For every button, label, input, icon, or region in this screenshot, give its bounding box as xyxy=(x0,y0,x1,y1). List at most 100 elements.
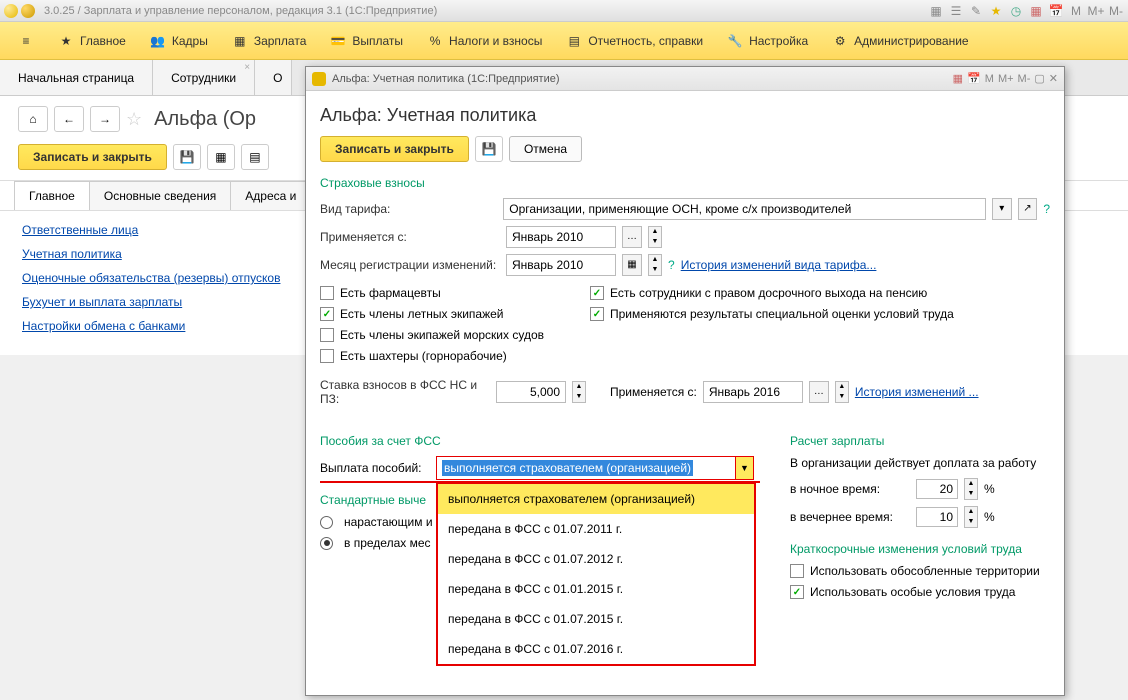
close-icon[interactable]: ✕ xyxy=(1049,72,1058,85)
tool-icon[interactable]: ▦ xyxy=(953,72,963,85)
spinner[interactable]: ▲▼ xyxy=(648,254,662,276)
forward-button[interactable]: → xyxy=(90,106,120,132)
spinner[interactable]: ▲▼ xyxy=(964,478,978,500)
menu-admin[interactable]: ⚙Администрирование xyxy=(820,22,980,59)
spinner[interactable]: ▲▼ xyxy=(648,226,662,248)
payment-label: Выплата пособий: xyxy=(320,461,430,475)
help-icon[interactable]: ? xyxy=(668,258,675,272)
section-fss: Пособия за счет ФСС xyxy=(320,434,760,448)
night-input[interactable] xyxy=(916,479,958,499)
m-minus-label[interactable]: M- xyxy=(1108,3,1124,19)
menu-main[interactable]: ★Главное xyxy=(46,22,138,59)
sub-tab-addresses[interactable]: Адреса и xyxy=(230,181,311,210)
tool-button[interactable]: ▦ xyxy=(207,144,235,170)
cb-territories[interactable] xyxy=(790,564,804,578)
favorite-star-icon[interactable]: ☆ xyxy=(126,109,142,130)
save-close-button[interactable]: Записать и закрыть xyxy=(18,144,167,170)
dropdown-list: выполняется страхователем (организацией)… xyxy=(436,482,756,666)
main-menu: ≡ ★Главное 👥Кадры ▦Зарплата 💳Выплаты %На… xyxy=(0,22,1128,60)
star-icon[interactable]: ★ xyxy=(988,3,1004,19)
tariff-input[interactable] xyxy=(503,198,986,220)
help-icon[interactable]: ? xyxy=(1043,202,1050,216)
dropdown-option[interactable]: передана в ФСС с 01.07.2015 г. xyxy=(438,604,754,634)
dropdown-input[interactable]: выполняется страхователем (организацией) xyxy=(436,456,736,480)
m-label[interactable]: M xyxy=(985,73,994,85)
payment-dropdown[interactable]: выполняется страхователем (организацией)… xyxy=(436,456,754,480)
reg-month-label: Месяц регистрации изменений: xyxy=(320,258,500,272)
m-plus-label[interactable]: M+ xyxy=(998,73,1014,85)
maximize-icon[interactable]: ▢ xyxy=(1034,72,1044,85)
cb-pharmacists[interactable] xyxy=(320,286,334,300)
cb-miners[interactable] xyxy=(320,349,334,363)
section-conditions: Краткосрочные изменения условий труда xyxy=(790,542,1050,556)
picker-icon[interactable]: … xyxy=(622,226,642,248)
menu-nalogi[interactable]: %Налоги и взносы xyxy=(415,22,554,59)
radio-monthly[interactable] xyxy=(320,537,333,550)
dropdown-option[interactable]: выполняется страхователем (организацией) xyxy=(438,484,754,514)
tab-employees[interactable]: Сотрудники× xyxy=(153,60,255,95)
sub-tab-main[interactable]: Главное xyxy=(14,181,90,210)
evening-input[interactable] xyxy=(916,507,958,527)
app-icon-2 xyxy=(21,4,35,18)
close-icon[interactable]: × xyxy=(244,62,250,73)
section-insurance: Страховые взносы xyxy=(320,176,1050,190)
dropdown-toggle-icon[interactable]: ▼ xyxy=(736,456,754,480)
home-button[interactable]: ⌂ xyxy=(18,106,48,132)
dialog-save-button[interactable]: 💾 xyxy=(475,136,503,162)
reg-month-input[interactable] xyxy=(506,254,616,276)
page-title: Альфа (Ор xyxy=(154,108,256,131)
radio-cumulative[interactable] xyxy=(320,516,333,529)
tool-icon[interactable]: ☰ xyxy=(948,3,964,19)
calendar-icon[interactable]: 📅 xyxy=(967,72,981,85)
dialog-save-close-button[interactable]: Записать и закрыть xyxy=(320,136,469,162)
dropdown-option[interactable]: передана в ФСС с 01.01.2015 г. xyxy=(438,574,754,604)
menu-vyplaty[interactable]: 💳Выплаты xyxy=(318,22,415,59)
calendar-picker-icon[interactable]: ▦ xyxy=(622,254,642,276)
spinner[interactable]: ▲▼ xyxy=(572,381,586,403)
m-minus-label[interactable]: M- xyxy=(1018,73,1031,85)
clock-icon[interactable]: ◷ xyxy=(1008,3,1024,19)
back-button[interactable]: ← xyxy=(54,106,84,132)
applied-from-input[interactable] xyxy=(506,226,616,248)
dropdown-icon[interactable]: ▾ xyxy=(992,198,1012,220)
policy-dialog: Альфа: Учетная политика (1С:Предприятие)… xyxy=(305,66,1065,696)
cancel-button[interactable]: Отмена xyxy=(509,136,582,162)
applied-from-label: Применяется с: xyxy=(320,230,500,244)
tab-start-page[interactable]: Начальная страница xyxy=(0,60,153,95)
spinner[interactable]: ▲▼ xyxy=(835,381,849,403)
fss-rate-label: Ставка взносов в ФСС НС и ПЗ: xyxy=(320,378,490,406)
calendar-icon[interactable]: 📅 xyxy=(1048,3,1064,19)
save-button[interactable]: 💾 xyxy=(173,144,201,170)
dropdown-option[interactable]: передана в ФСС с 01.07.2012 г. xyxy=(438,544,754,574)
menu-otchetnost[interactable]: ▤Отчетность, справки xyxy=(554,22,715,59)
fss-rate-input[interactable] xyxy=(496,381,566,403)
sub-tab-basic[interactable]: Основные сведения xyxy=(89,181,231,210)
picker-icon[interactable]: … xyxy=(809,381,829,403)
tool-icon[interactable]: ▦ xyxy=(928,3,944,19)
menu-nastroyka[interactable]: 🔧Настройка xyxy=(715,22,820,59)
m-label[interactable]: M xyxy=(1068,3,1084,19)
menu-burger[interactable]: ≡ xyxy=(6,22,46,59)
tool-icon[interactable]: ✎ xyxy=(968,3,984,19)
open-icon[interactable]: ↗ xyxy=(1018,198,1038,220)
menu-zarplata[interactable]: ▦Зарплата xyxy=(220,22,319,59)
dropdown-option[interactable]: передана в ФСС с 01.07.2016 г. xyxy=(438,634,754,664)
dialog-heading: Альфа: Учетная политика xyxy=(320,105,1050,126)
applied-from2-input[interactable] xyxy=(703,381,803,403)
cb-early-pension[interactable] xyxy=(590,286,604,300)
app-icon-1 xyxy=(4,4,18,18)
tab-org[interactable]: О xyxy=(255,60,292,95)
tool-button[interactable]: ▤ xyxy=(241,144,269,170)
menu-kadry[interactable]: 👥Кадры xyxy=(138,22,220,59)
dropdown-option[interactable]: передана в ФСС с 01.07.2011 г. xyxy=(438,514,754,544)
calc-icon[interactable]: ▦ xyxy=(1028,3,1044,19)
cb-flight-crew[interactable] xyxy=(320,307,334,321)
cb-conditions[interactable] xyxy=(790,585,804,599)
history-tariff-link[interactable]: История изменений вида тарифа... xyxy=(681,258,877,272)
salary-text: В организации действует доплата за работ… xyxy=(790,456,1050,470)
cb-special-assessment[interactable] xyxy=(590,307,604,321)
history-link[interactable]: История изменений ... xyxy=(855,385,979,399)
spinner[interactable]: ▲▼ xyxy=(964,506,978,528)
cb-sea-crew[interactable] xyxy=(320,328,334,342)
m-plus-label[interactable]: M+ xyxy=(1088,3,1104,19)
